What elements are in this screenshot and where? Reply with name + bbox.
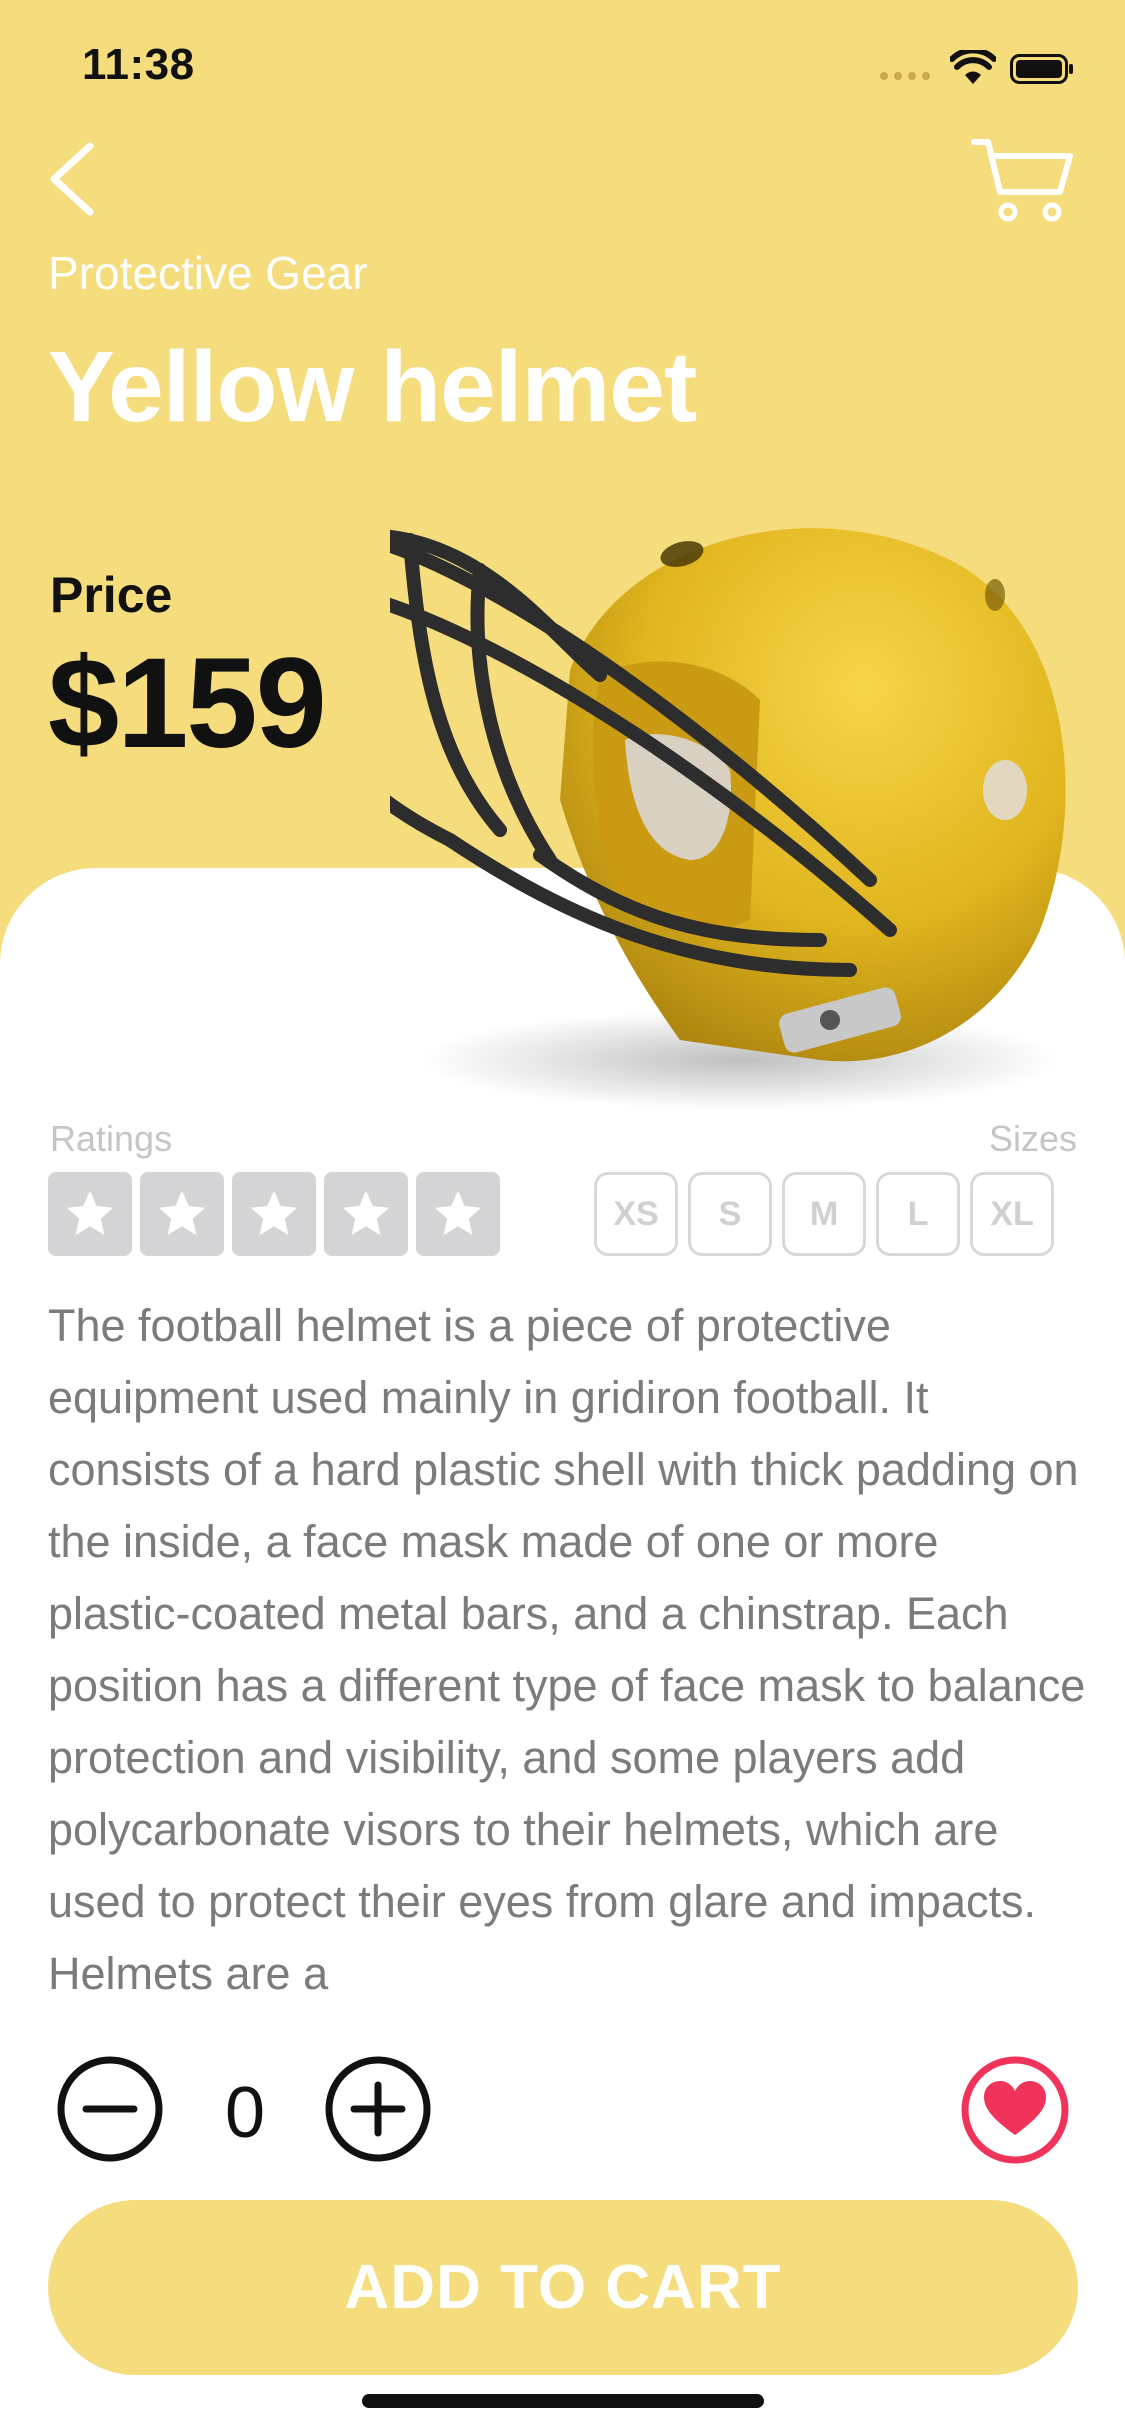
- status-time: 11:38: [82, 40, 195, 89]
- star-icon: [250, 1190, 298, 1235]
- star-3[interactable]: [232, 1172, 316, 1256]
- star-icon: [66, 1190, 114, 1235]
- price-value: $159: [48, 632, 327, 775]
- helmet-image: [390, 528, 1066, 1110]
- favorite-heart-button[interactable]: [960, 2055, 1070, 2165]
- shopping-cart-icon[interactable]: [970, 134, 1074, 224]
- product-description: The football helmet is a piece of protec…: [48, 1300, 1086, 1999]
- sizes-label: Sizes: [988, 1118, 1077, 1159]
- size-option-m[interactable]: M: [782, 1172, 866, 1256]
- size-option-xs[interactable]: XS: [594, 1172, 678, 1256]
- star-2[interactable]: [140, 1172, 224, 1256]
- star-rating: [48, 1172, 500, 1256]
- star-icon: [342, 1190, 390, 1235]
- size-option-xl[interactable]: XL: [970, 1172, 1054, 1256]
- product-title: Yellow helmet: [48, 331, 697, 443]
- product-detail-screen: 11:38 Protective Gear Yellow helmet Pric…: [0, 0, 1125, 2436]
- home-indicator: [362, 2394, 764, 2408]
- star-icon: [158, 1190, 206, 1235]
- ratings-label: Ratings: [50, 1118, 173, 1159]
- size-option-l[interactable]: L: [876, 1172, 960, 1256]
- cellular-signal-icon: [880, 72, 930, 80]
- star-5[interactable]: [416, 1172, 500, 1256]
- add-to-cart-button[interactable]: ADD TO CART: [48, 2200, 1078, 2375]
- increase-quantity-button[interactable]: [324, 2055, 432, 2163]
- quantity-value: 0: [224, 2073, 266, 2153]
- size-selector: XS S M L XL: [594, 1172, 1054, 1256]
- decrease-quantity-button[interactable]: [56, 2055, 164, 2163]
- price-label: Price: [50, 567, 173, 623]
- star-1[interactable]: [48, 1172, 132, 1256]
- star-4[interactable]: [324, 1172, 408, 1256]
- wifi-icon: [950, 50, 996, 84]
- star-icon: [434, 1190, 482, 1235]
- battery-icon: [1010, 54, 1073, 84]
- product-category: Protective Gear: [48, 247, 368, 299]
- size-option-s[interactable]: S: [688, 1172, 772, 1256]
- back-chevron-icon[interactable]: [46, 140, 96, 218]
